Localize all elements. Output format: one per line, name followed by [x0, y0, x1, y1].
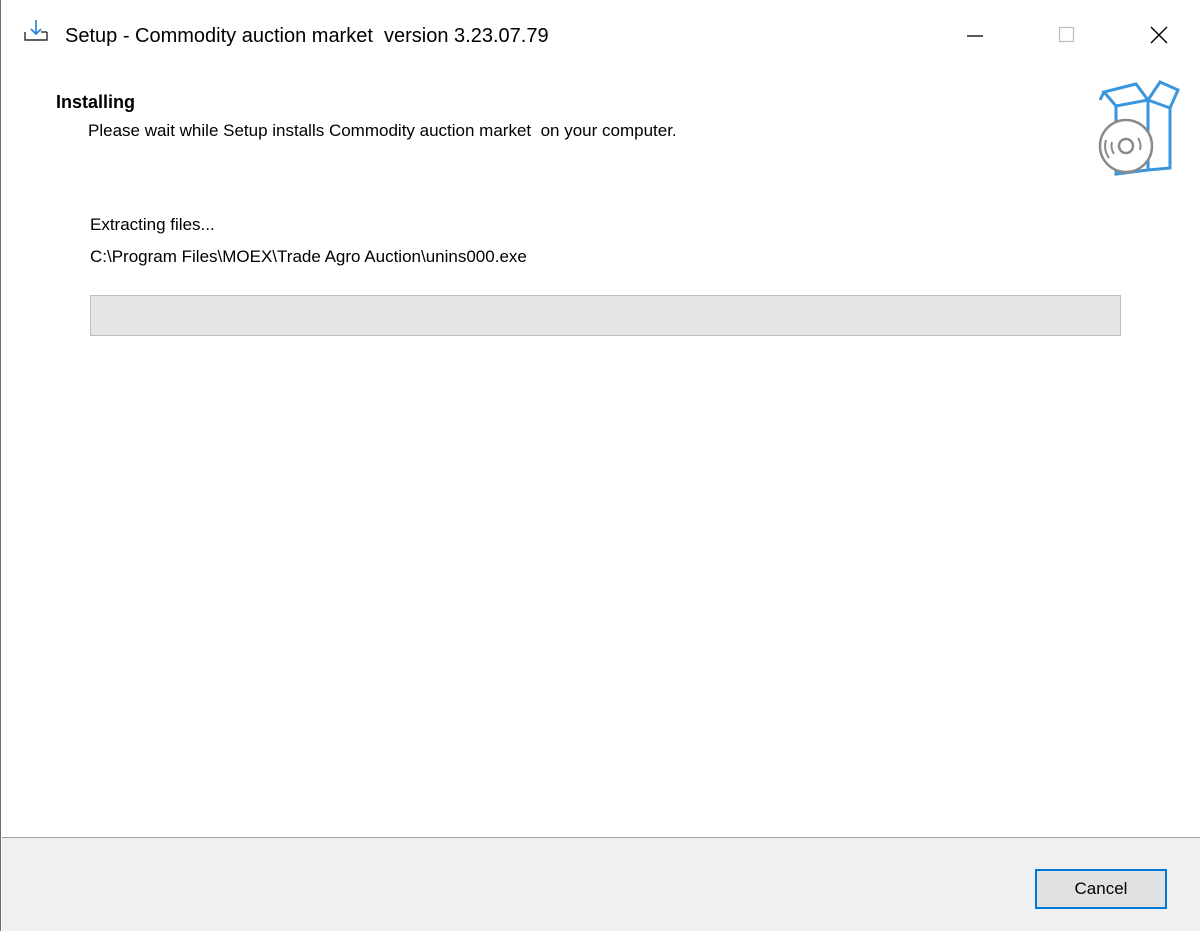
cancel-button[interactable]: Cancel — [1035, 869, 1167, 909]
page-heading: Installing — [56, 92, 136, 112]
minimize-button[interactable] — [929, 0, 1021, 70]
current-file-path: C:\Program Files\MOEX\Trade Agro Auction… — [90, 247, 527, 266]
close-button[interactable] — [1113, 0, 1200, 70]
minimize-icon — [967, 35, 983, 37]
wizard-footer: Cancel — [2, 837, 1200, 931]
maximize-icon — [1058, 26, 1075, 43]
window-title: Setup - Commodity auction market version… — [65, 25, 549, 47]
setup-window: Setup - Commodity auction market version… — [0, 0, 1200, 931]
progress-bar — [90, 295, 1121, 336]
page-subheading: Please wait while Setup installs Commodi… — [88, 121, 677, 140]
setup-install-icon — [24, 20, 48, 41]
status-label: Extracting files... — [90, 215, 215, 234]
title-bar[interactable]: Setup - Commodity auction market version… — [1, 0, 1200, 76]
software-box-disc-icon — [1098, 80, 1180, 176]
close-icon — [1150, 26, 1168, 44]
wizard-header: Installing Please wait while Setup insta… — [1, 76, 1200, 184]
maximize-button[interactable] — [1021, 0, 1113, 70]
